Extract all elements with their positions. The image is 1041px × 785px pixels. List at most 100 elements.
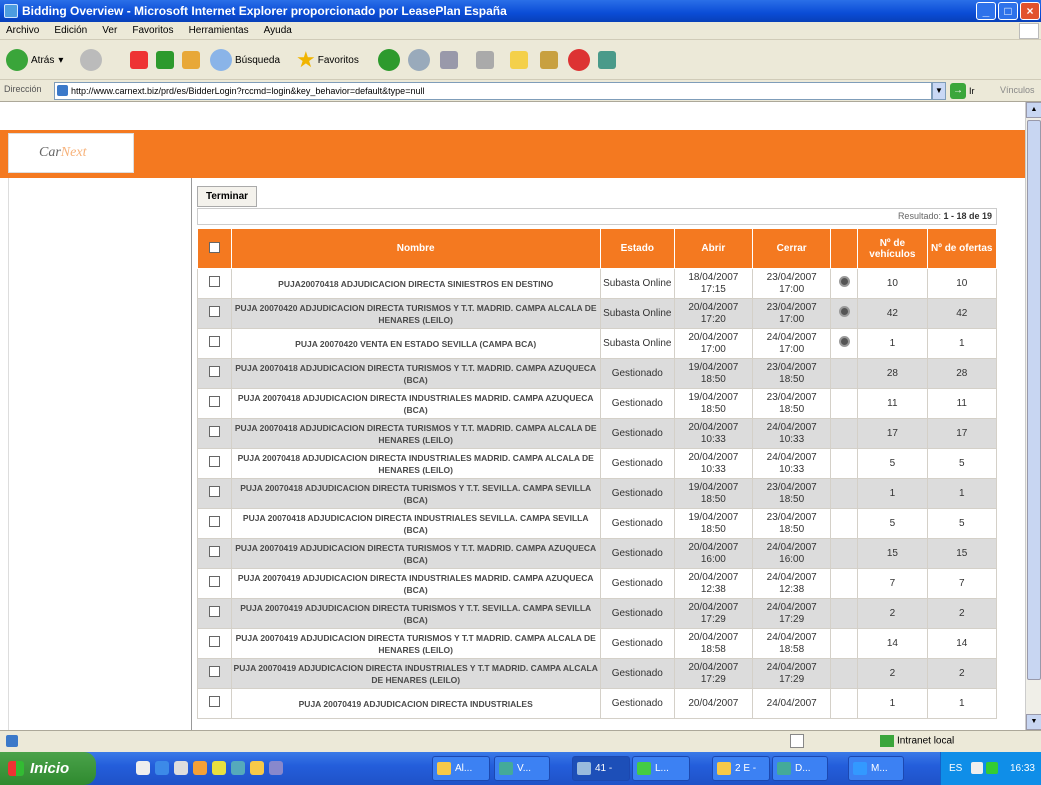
table-row[interactable]: PUJA 20070420 VENTA EN ESTADO SEVILLA (C…	[197, 328, 998, 359]
table-row[interactable]: PUJA 20070419 ADJUDICACION DIRECTA INDUS…	[197, 568, 998, 599]
folder-button[interactable]	[510, 47, 531, 73]
view-details-icon[interactable]	[838, 336, 850, 347]
vertical-scrollbar[interactable]: ▲ ▼	[1025, 102, 1041, 730]
menu-ver[interactable]: Ver	[96, 22, 123, 40]
table-row[interactable]: PUJA 20070419 ADJUDICACION DIRECTA TURIS…	[197, 538, 998, 569]
edit-button[interactable]	[476, 47, 497, 73]
tray-icon-2[interactable]	[986, 762, 998, 774]
messenger-button[interactable]	[568, 47, 593, 73]
col-name[interactable]: Nombre	[230, 228, 601, 269]
quicklaunch-icon-5[interactable]	[212, 761, 226, 775]
task-button-7[interactable]: M...	[848, 756, 904, 781]
task-button-5[interactable]: 2 E -	[712, 756, 770, 781]
ie-quicklaunch-icon[interactable]	[155, 761, 169, 775]
home-button[interactable]	[182, 47, 203, 73]
table-row[interactable]: PUJA 20070418 ADJUDICACION DIRECTA TURIS…	[197, 358, 998, 389]
scroll-thumb[interactable]	[1027, 120, 1041, 680]
table-row[interactable]: PUJA 20070418 ADJUDICACION DIRECTA INDUS…	[197, 388, 998, 419]
table-row[interactable]: PUJA 20070419 ADJUDICACION DIRECTA INDUS…	[197, 658, 998, 689]
row-name[interactable]: PUJA 20070420 ADJUDICACION DIRECTA TURIS…	[230, 298, 601, 329]
stop-button[interactable]	[130, 47, 151, 73]
row-name[interactable]: PUJA 20070418 ADJUDICACION DIRECTA INDUS…	[230, 508, 601, 539]
select-all-checkbox[interactable]	[208, 241, 220, 253]
task-button-1[interactable]: Al...	[432, 756, 490, 781]
scroll-up-icon[interactable]: ▲	[1026, 102, 1041, 118]
table-row[interactable]: PUJA 20070418 ADJUDICACION DIRECTA INDUS…	[197, 508, 998, 539]
col-open[interactable]: Abrir	[673, 228, 754, 269]
col-offers[interactable]: Nº de ofertas	[926, 228, 998, 269]
language-indicator[interactable]: ES	[949, 752, 962, 785]
view-details-icon[interactable]	[838, 306, 850, 317]
back-button[interactable]: Atrás ▾	[6, 47, 63, 73]
terminate-button[interactable]: Terminar	[197, 186, 258, 207]
menu-favoritos[interactable]: Favoritos	[126, 22, 179, 40]
table-row[interactable]: PUJA 20070419 ADJUDICACION DIRECTA INDUS…	[197, 688, 998, 719]
carnext-logo[interactable]: CarNext	[8, 133, 134, 173]
close-icon[interactable]: ×	[1020, 2, 1040, 20]
favorites-button[interactable]: ★ Favoritos	[296, 47, 359, 73]
row-name[interactable]: PUJA 20070420 VENTA EN ESTADO SEVILLA (C…	[230, 328, 601, 359]
row-checkbox[interactable]	[208, 666, 220, 677]
extra-button[interactable]	[598, 47, 619, 73]
row-name[interactable]: PUJA 20070418 ADJUDICACION DIRECTA INDUS…	[230, 388, 601, 419]
table-row[interactable]: PUJA 20070418 ADJUDICACION DIRECTA TURIS…	[197, 418, 998, 449]
start-button[interactable]: Inicio	[0, 752, 96, 785]
maximize-icon[interactable]: □	[998, 2, 1018, 20]
minimize-icon[interactable]: _	[976, 2, 996, 20]
row-checkbox[interactable]	[208, 276, 220, 287]
row-checkbox[interactable]	[208, 606, 220, 617]
table-row[interactable]: PUJA 20070418 ADJUDICACION DIRECTA INDUS…	[197, 448, 998, 479]
history-button[interactable]	[378, 47, 403, 73]
forward-button[interactable]	[80, 47, 105, 73]
row-name[interactable]: PUJA20070418 ADJUDICACION DIRECTA SINIES…	[230, 268, 601, 299]
col-state[interactable]: Estado	[599, 228, 675, 269]
table-row[interactable]: PUJA 20070419 ADJUDICACION DIRECTA TURIS…	[197, 628, 998, 659]
row-name[interactable]: PUJA 20070418 ADJUDICACION DIRECTA TURIS…	[230, 478, 601, 509]
go-button[interactable]: → Ir	[950, 82, 975, 100]
row-name[interactable]: PUJA 20070419 ADJUDICACION DIRECTA TURIS…	[230, 628, 601, 659]
menu-edicion[interactable]: Edición	[48, 22, 93, 40]
address-dropdown[interactable]: ▼	[932, 82, 946, 100]
task-button-3[interactable]: 41 -	[572, 756, 630, 781]
task-button-6[interactable]: D...	[772, 756, 828, 781]
row-name[interactable]: PUJA 20070419 ADJUDICACION DIRECTA TURIS…	[230, 598, 601, 629]
view-details-icon[interactable]	[838, 276, 850, 287]
quicklaunch-icon-3[interactable]	[174, 761, 188, 775]
table-row[interactable]: PUJA 20070420 ADJUDICACION DIRECTA TURIS…	[197, 298, 998, 329]
table-row[interactable]: PUJA20070418 ADJUDICACION DIRECTA SINIES…	[197, 268, 998, 299]
quicklaunch-icon-6[interactable]	[231, 761, 245, 775]
row-checkbox[interactable]	[208, 336, 220, 347]
links-label[interactable]: Vínculos	[1000, 85, 1035, 95]
row-checkbox[interactable]	[208, 636, 220, 647]
task-button-2[interactable]: V...	[494, 756, 550, 781]
row-checkbox[interactable]	[208, 576, 220, 587]
row-checkbox[interactable]	[208, 546, 220, 557]
address-input[interactable]: http://www.carnext.biz/prd/es/BidderLogi…	[54, 82, 932, 100]
quicklaunch-icon-4[interactable]	[193, 761, 207, 775]
scroll-down-icon[interactable]: ▼	[1026, 714, 1041, 730]
row-checkbox[interactable]	[208, 516, 220, 527]
desktop-icon[interactable]	[136, 761, 150, 775]
table-row[interactable]: PUJA 20070418 ADJUDICACION DIRECTA TURIS…	[197, 478, 998, 509]
row-name[interactable]: PUJA 20070419 ADJUDICACION DIRECTA TURIS…	[230, 538, 601, 569]
row-name[interactable]: PUJA 20070418 ADJUDICACION DIRECTA TURIS…	[230, 418, 601, 449]
row-name[interactable]: PUJA 20070419 ADJUDICACION DIRECTA INDUS…	[230, 568, 601, 599]
mail-button[interactable]	[408, 47, 433, 73]
row-checkbox[interactable]	[208, 696, 220, 707]
print-button[interactable]	[440, 47, 461, 73]
menu-ayuda[interactable]: Ayuda	[258, 22, 298, 40]
menu-archivo[interactable]: Archivo	[0, 22, 45, 40]
row-checkbox[interactable]	[208, 456, 220, 467]
quicklaunch-icon-8[interactable]	[269, 761, 283, 775]
row-checkbox[interactable]	[208, 396, 220, 407]
table-row[interactable]: PUJA 20070419 ADJUDICACION DIRECTA TURIS…	[197, 598, 998, 629]
refresh-button[interactable]	[156, 47, 177, 73]
quicklaunch-icon-7[interactable]	[250, 761, 264, 775]
research-button[interactable]	[540, 47, 561, 73]
col-vehicles[interactable]: Nº de vehículos	[857, 228, 928, 269]
row-checkbox[interactable]	[208, 366, 220, 377]
col-close[interactable]: Cerrar	[752, 228, 832, 269]
menu-herramientas[interactable]: Herramientas	[183, 22, 255, 40]
tray-icon-1[interactable]	[971, 762, 983, 774]
row-name[interactable]: PUJA 20070419 ADJUDICACION DIRECTA INDUS…	[230, 688, 601, 719]
